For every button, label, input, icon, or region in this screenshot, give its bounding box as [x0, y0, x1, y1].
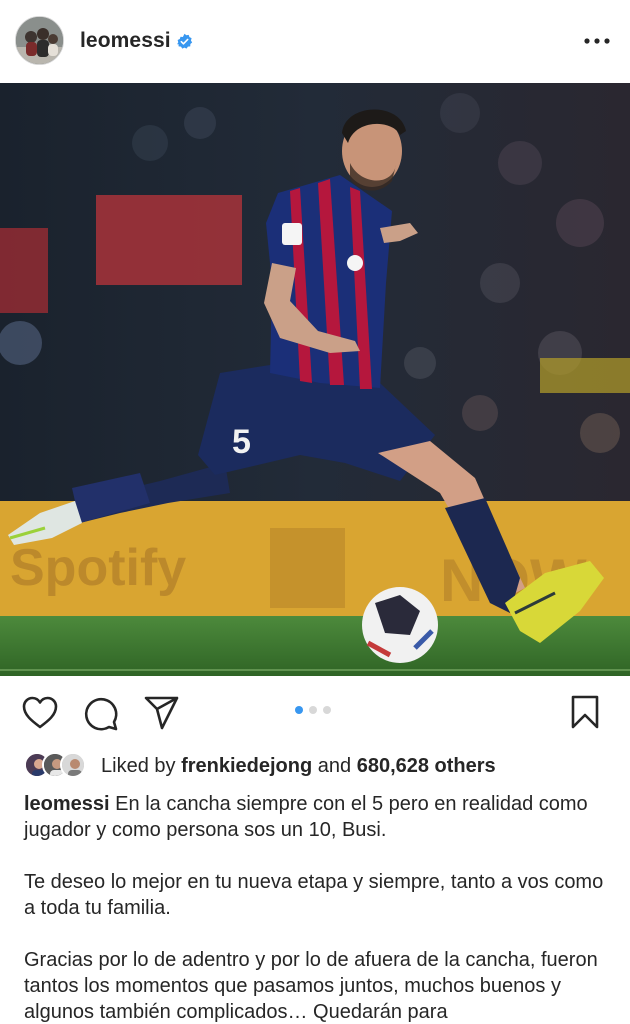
heart-icon[interactable]: [22, 696, 58, 735]
likes-count-link[interactable]: 680,628 others: [357, 755, 496, 777]
liker-avatar[interactable]: [60, 752, 86, 778]
profile-avatar[interactable]: [15, 16, 64, 65]
comment-icon[interactable]: [83, 696, 119, 737]
share-icon[interactable]: [144, 696, 180, 735]
likes-prefix: Liked by: [101, 755, 176, 777]
likes-conjunction: and: [317, 755, 352, 777]
caption-paragraph: leomessi En la cancha siempre con el 5 p…: [24, 791, 616, 843]
post-username[interactable]: leomessi: [80, 29, 171, 53]
board-sponsor-text: Spotify: [10, 539, 186, 597]
post-photo[interactable]: Spotify NOW 5: [0, 83, 630, 676]
caption-paragraph: Te deseo lo mejor en tu nueva etapa y si…: [24, 871, 604, 919]
football: [362, 587, 438, 663]
carousel-indicator: [295, 706, 331, 716]
bookmark-icon[interactable]: [570, 694, 600, 735]
caption-paragraph: Gracias por lo de adentro y por lo de af…: [24, 949, 598, 1023]
post-header: leomessi: [0, 0, 630, 83]
likes-row: Liked by frenkiedejong and 680,628 other…: [24, 752, 624, 780]
likes-summary: Liked by frenkiedejong and 680,628 other…: [101, 755, 496, 778]
post-actions: [0, 676, 630, 752]
verified-badge-icon: [176, 33, 193, 50]
post-caption: leomessi En la cancha siempre con el 5 p…: [24, 791, 616, 1024]
more-options-icon[interactable]: [582, 28, 612, 54]
jersey-number: 5: [232, 423, 251, 461]
carousel-dot: [309, 706, 317, 714]
likes-user-link[interactable]: frenkiedejong: [181, 755, 312, 777]
carousel-dot: [295, 706, 303, 714]
carousel-dot: [323, 706, 331, 714]
caption-username[interactable]: leomessi: [24, 793, 110, 815]
